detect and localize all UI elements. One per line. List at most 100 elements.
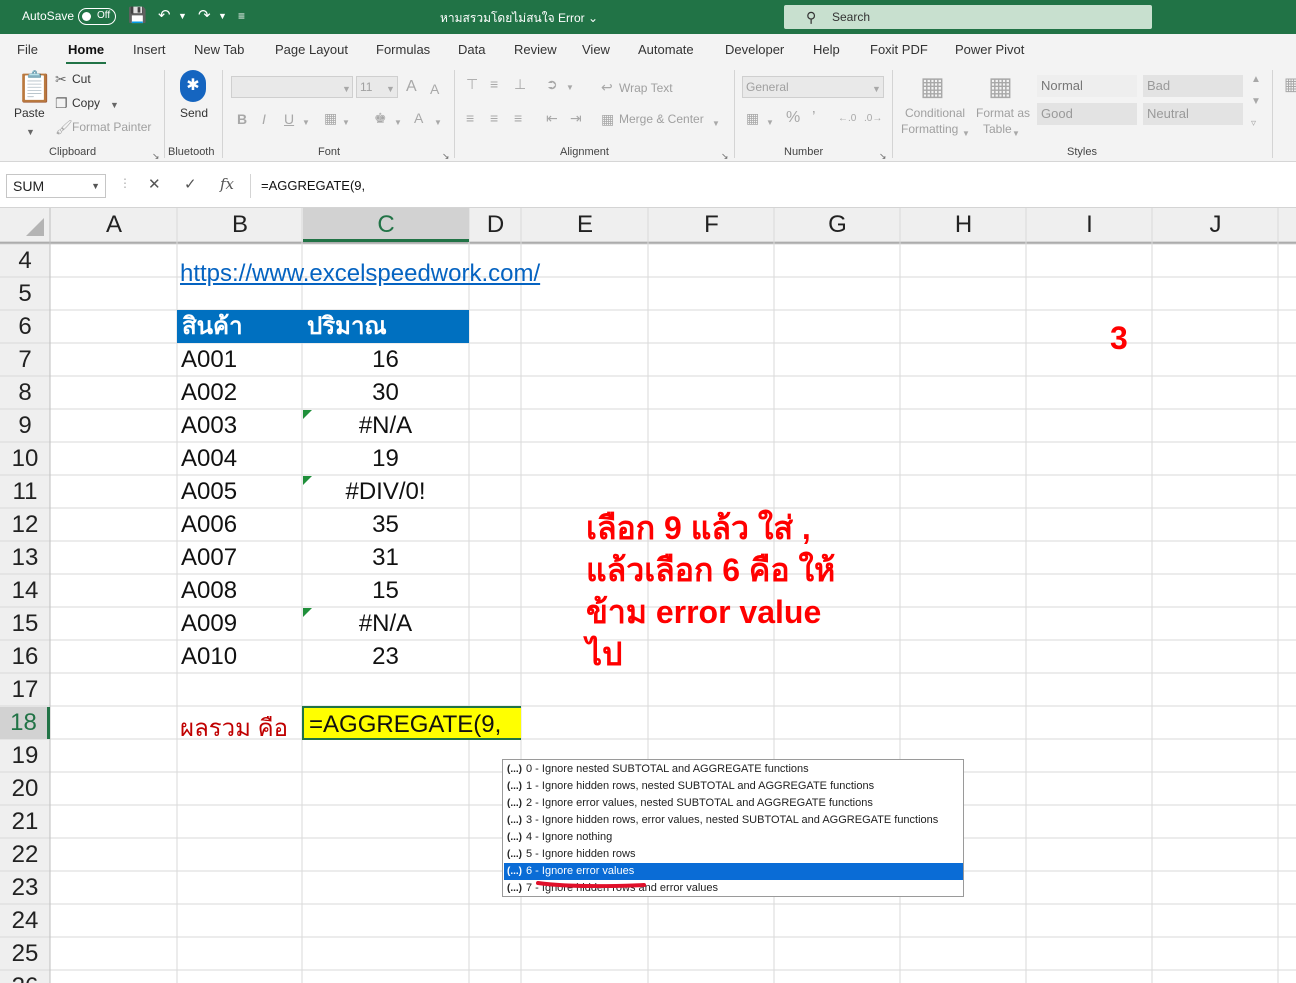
column-header-h[interactable]: H — [901, 208, 1026, 242]
quantity-cell[interactable]: 23 — [302, 640, 469, 673]
bluetooth-icon[interactable]: ✱ — [180, 70, 206, 102]
website-link[interactable]: https://www.excelspeedwork.com/ — [180, 260, 540, 288]
align-center-icon[interactable]: ≡ — [490, 110, 498, 126]
product-cell[interactable]: A001 — [181, 343, 237, 376]
column-header-g[interactable]: G — [775, 208, 900, 242]
align-top-icon[interactable]: ⊤ — [466, 76, 478, 92]
product-cell[interactable]: A007 — [181, 541, 237, 574]
row-header-12[interactable]: 12 — [0, 509, 50, 541]
styles-scroll-up-icon[interactable]: ▲ — [1251, 72, 1261, 88]
column-header-f[interactable]: F — [649, 208, 774, 242]
format-painter-icon[interactable]: 🖌 — [55, 119, 73, 135]
decrease-decimal-icon[interactable]: .0→ — [864, 111, 882, 127]
document-title[interactable]: หามสรวมโดยไม่สนใจ Error ⌄ — [440, 9, 598, 28]
italic-icon[interactable]: I — [262, 111, 266, 127]
paste-icon[interactable]: 📋 — [16, 72, 53, 104]
column-header-e[interactable]: E — [522, 208, 648, 242]
tab-foxit-pdf[interactable]: Foxit PDF — [870, 42, 928, 57]
column-header-j[interactable]: J — [1153, 208, 1278, 242]
name-box[interactable]: SUM ▼ — [6, 174, 106, 198]
redo-icon[interactable]: ↷ — [198, 6, 211, 26]
redo-dropdown-icon[interactable]: ▼ — [218, 6, 227, 26]
number-format-select[interactable]: General — [742, 76, 884, 98]
product-cell[interactable]: A002 — [181, 376, 237, 409]
insert-cells-icon[interactable]: ▦ — [1284, 75, 1296, 93]
search-box[interactable]: ⚲ Search — [784, 5, 1152, 29]
tab-new-tab[interactable]: New Tab — [194, 42, 244, 57]
popup-option-2[interactable]: (...) 2 - Ignore error values, nested SUB… — [504, 795, 963, 812]
cancel-icon[interactable]: ✕ — [148, 175, 161, 193]
tab-data[interactable]: Data — [458, 42, 485, 57]
style-good[interactable]: Good — [1037, 103, 1137, 125]
row-header-8[interactable]: 8 — [0, 377, 50, 409]
row-header-11[interactable]: 11 — [0, 476, 50, 508]
orientation-icon[interactable]: ➲ — [546, 76, 558, 92]
conditional-formatting-label-1[interactable]: Conditional — [905, 106, 965, 120]
wrap-text-button[interactable]: Wrap Text — [619, 81, 673, 95]
save-icon[interactable]: 💾 — [128, 6, 147, 26]
error-indicator-icon[interactable] — [303, 476, 312, 485]
column-header-c[interactable]: C — [303, 208, 469, 242]
tab-page-layout[interactable]: Page Layout — [275, 42, 348, 57]
row-header-13[interactable]: 13 — [0, 542, 50, 574]
row-header-6[interactable]: 6 — [0, 311, 50, 343]
styles-scroll-down-icon[interactable]: ▼ — [1251, 94, 1261, 110]
row-header-26[interactable]: 26 — [0, 971, 50, 983]
row-header-9[interactable]: 9 — [0, 410, 50, 442]
row-header-7[interactable]: 7 — [0, 344, 50, 376]
number-format-dropdown-icon[interactable]: ▼ — [872, 81, 881, 97]
format-painter-button[interactable]: Format Painter — [72, 120, 151, 134]
tab-review[interactable]: Review — [514, 42, 557, 57]
format-as-table-icon[interactable]: ▦ — [988, 72, 1013, 100]
table-header-product[interactable]: สินค้า — [177, 310, 302, 343]
quantity-cell[interactable]: #N/A — [302, 409, 469, 442]
merge-center-dropdown-icon[interactable]: ▼ — [712, 116, 720, 132]
row-header-4[interactable]: 4 — [0, 245, 50, 277]
conditional-formatting-icon[interactable]: ▦ — [920, 72, 945, 100]
column-header-b[interactable]: B — [178, 208, 302, 242]
align-left-icon[interactable]: ≡ — [466, 110, 474, 126]
format-as-table-dropdown-icon[interactable]: ▼ — [1012, 126, 1020, 142]
tab-file[interactable]: File — [17, 42, 38, 57]
quantity-cell[interactable]: 16 — [302, 343, 469, 376]
enter-icon[interactable]: ✓ — [184, 175, 197, 193]
style-normal[interactable]: Normal — [1037, 75, 1137, 97]
active-cell[interactable]: =AGGREGATE(9, — [302, 706, 521, 740]
style-neutral[interactable]: Neutral — [1143, 103, 1243, 125]
column-header-d[interactable]: D — [470, 208, 521, 242]
tab-insert[interactable]: Insert — [133, 42, 166, 57]
undo-dropdown-icon[interactable]: ▼ — [178, 6, 187, 26]
quantity-cell[interactable]: 31 — [302, 541, 469, 574]
quantity-cell[interactable]: #N/A — [302, 607, 469, 640]
copy-dropdown-icon[interactable]: ▼ — [110, 97, 119, 113]
row-header-5[interactable]: 5 — [0, 278, 50, 310]
customize-toolbar-icon[interactable]: ≡ — [238, 6, 245, 26]
increase-decimal-icon[interactable]: ←.0 — [838, 111, 856, 127]
increase-font-icon[interactable]: A — [406, 79, 417, 95]
tab-formulas[interactable]: Formulas — [376, 42, 430, 57]
borders-icon[interactable]: ▦ — [324, 110, 337, 126]
font-name-dropdown-icon[interactable]: ▼ — [342, 81, 351, 97]
quantity-cell[interactable]: 19 — [302, 442, 469, 475]
tab-automate[interactable]: Automate — [638, 42, 694, 57]
accounting-format-icon[interactable]: ▦ — [746, 110, 759, 126]
merge-center-icon[interactable]: ▦ — [601, 111, 614, 127]
row-header-22[interactable]: 22 — [0, 839, 50, 871]
product-cell[interactable]: A004 — [181, 442, 237, 475]
merge-center-button[interactable]: Merge & Center — [619, 112, 704, 126]
tab-help[interactable]: Help — [813, 42, 840, 57]
popup-option-1[interactable]: (...) 1 - Ignore hidden rows, nested SUBT… — [504, 778, 963, 795]
quantity-cell[interactable]: 35 — [302, 508, 469, 541]
font-color-dropdown-icon[interactable]: ▼ — [434, 115, 442, 131]
paste-dropdown-icon[interactable]: ▼ — [26, 124, 35, 140]
style-bad[interactable]: Bad — [1143, 75, 1243, 97]
tab-home[interactable]: Home — [65, 42, 107, 65]
align-bottom-icon[interactable]: ⊥ — [514, 76, 526, 92]
underline-dropdown-icon[interactable]: ▼ — [302, 115, 310, 131]
wrap-text-icon[interactable]: ↩ — [601, 79, 613, 95]
column-header-a[interactable]: A — [51, 208, 177, 242]
row-header-20[interactable]: 20 — [0, 773, 50, 805]
conditional-formatting-dropdown-icon[interactable]: ▼ — [962, 126, 970, 142]
quantity-cell[interactable]: #DIV/0! — [302, 475, 469, 508]
increase-indent-icon[interactable]: ⇥ — [570, 110, 582, 126]
